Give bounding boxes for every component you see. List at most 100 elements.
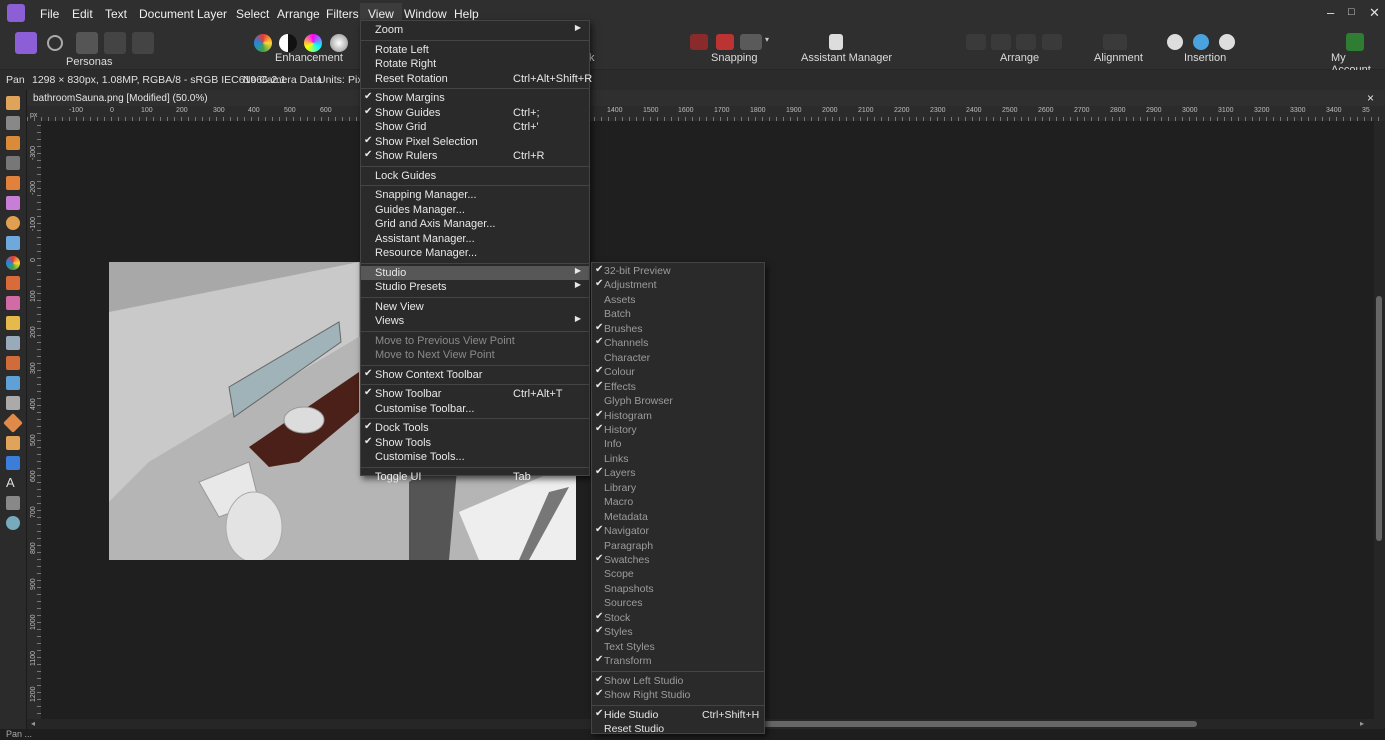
menu-help[interactable]: Help bbox=[454, 7, 479, 21]
menu-arrange[interactable]: Arrange bbox=[277, 7, 320, 21]
curves-icon[interactable] bbox=[279, 34, 297, 52]
rectangle-tool-icon[interactable] bbox=[6, 456, 20, 470]
menu-select[interactable]: Select bbox=[236, 7, 269, 21]
studio-item-32-bit-preview[interactable]: ✔ 32-bit Preview bbox=[592, 264, 764, 278]
snapping-toggle-icon[interactable] bbox=[716, 34, 734, 50]
studio-item-assets[interactable]: Assets bbox=[592, 293, 764, 307]
studio-item-metadata[interactable]: Metadata bbox=[592, 510, 764, 524]
view-menu-item-guides-manager[interactable]: Guides Manager... bbox=[361, 203, 589, 217]
studio-item-text-styles[interactable]: Text Styles bbox=[592, 640, 764, 654]
studio-item-navigator[interactable]: ✔ Navigator bbox=[592, 524, 764, 538]
studio-item-links[interactable]: Links bbox=[592, 452, 764, 466]
studio-item-transform[interactable]: ✔ Transform bbox=[592, 654, 764, 668]
view-menu-item-show-rulers[interactable]: ✔ Show Rulers Ctrl+R bbox=[361, 149, 589, 163]
view-menu-item-zoom[interactable]: Zoom ▶ bbox=[361, 23, 589, 37]
scroll-left-icon[interactable]: ◂ bbox=[31, 719, 35, 728]
horizontal-scroll-thumb[interactable] bbox=[757, 721, 1197, 727]
insert-behind-icon[interactable] bbox=[1193, 34, 1209, 50]
view-menu-item-customise-toolbar[interactable]: Customise Toolbar... bbox=[361, 402, 589, 416]
studio-item-macro[interactable]: Macro bbox=[592, 495, 764, 509]
studio-item-styles[interactable]: ✔ Styles bbox=[592, 625, 764, 639]
studio-item-show-right-studio[interactable]: ✔ Show Right Studio bbox=[592, 688, 764, 702]
studio-item-history[interactable]: ✔ History bbox=[592, 423, 764, 437]
arrange-forward-icon[interactable] bbox=[1016, 34, 1036, 50]
studio-item-swatches[interactable]: ✔ Swatches bbox=[592, 553, 764, 567]
scroll-right-icon[interactable]: ▸ bbox=[1360, 719, 1364, 728]
color-picker-tool-icon[interactable] bbox=[6, 136, 20, 150]
view-menu-item-lock-guides[interactable]: Lock Guides bbox=[361, 169, 589, 183]
view-menu-item-show-grid[interactable]: Show Grid Ctrl+' bbox=[361, 120, 589, 134]
studio-item-batch[interactable]: Batch bbox=[592, 307, 764, 321]
view-menu-item-show-pixel-selection[interactable]: ✔ Show Pixel Selection bbox=[361, 135, 589, 149]
menu-text[interactable]: Text bbox=[105, 7, 127, 21]
studio-item-colour[interactable]: ✔ Colour bbox=[592, 365, 764, 379]
develop-persona-icon[interactable] bbox=[76, 32, 98, 54]
arrange-backward-icon[interactable] bbox=[991, 34, 1011, 50]
view-menu-item-rotate-left[interactable]: Rotate Left bbox=[361, 43, 589, 57]
view-menu-item-show-toolbar[interactable]: ✔ Show Toolbar Ctrl+Alt+T bbox=[361, 387, 589, 401]
close-document-icon[interactable]: × bbox=[1367, 91, 1374, 105]
magnet-icon[interactable] bbox=[740, 34, 762, 50]
liquify-persona-icon[interactable] bbox=[47, 35, 63, 51]
arrange-back-icon[interactable] bbox=[966, 34, 986, 50]
move-tool-icon[interactable] bbox=[6, 116, 20, 130]
studio-item-glyph-browser[interactable]: Glyph Browser bbox=[592, 394, 764, 408]
studio-item-sources[interactable]: Sources bbox=[592, 596, 764, 610]
studio-item-reset-studio[interactable]: Reset Studio bbox=[592, 722, 764, 736]
snapping-dropdown-icon[interactable]: ▾ bbox=[765, 35, 769, 44]
red-eye-tool-icon[interactable] bbox=[6, 396, 20, 410]
view-menu-item-assistant-manager[interactable]: Assistant Manager... bbox=[361, 232, 589, 246]
photo-persona-icon[interactable] bbox=[15, 32, 37, 54]
minimize-button[interactable]: – bbox=[1327, 5, 1334, 20]
view-menu-item-show-tools[interactable]: ✔ Show Tools bbox=[361, 436, 589, 450]
view-menu-item-rotate-right[interactable]: Rotate Right bbox=[361, 57, 589, 71]
close-button[interactable]: ✕ bbox=[1369, 5, 1380, 21]
arrange-front-icon[interactable] bbox=[1042, 34, 1062, 50]
marquee-tool-icon[interactable] bbox=[6, 216, 20, 230]
levels-icon[interactable] bbox=[254, 34, 272, 52]
studio-item-scope[interactable]: Scope bbox=[592, 567, 764, 581]
vector-crop-icon[interactable] bbox=[3, 413, 23, 433]
view-menu-item-customise-tools[interactable]: Customise Tools... bbox=[361, 450, 589, 464]
view-menu-item-studio[interactable]: Studio ▶ bbox=[361, 265, 589, 280]
view-menu-item-snapping-manager[interactable]: Snapping Manager... bbox=[361, 188, 589, 202]
crop-tool-icon[interactable] bbox=[6, 156, 20, 170]
view-menu-item-studio-presets[interactable]: Studio Presets ▶ bbox=[361, 280, 589, 294]
white-balance-icon[interactable] bbox=[330, 34, 348, 52]
pen-tool-icon[interactable] bbox=[6, 436, 20, 450]
view-menu-item-toggle-ui[interactable]: Toggle UI Tab bbox=[361, 470, 589, 484]
mesh-warp-icon[interactable] bbox=[6, 496, 20, 510]
menu-edit[interactable]: Edit bbox=[72, 7, 93, 21]
view-menu-item-new-view[interactable]: New View bbox=[361, 300, 589, 314]
studio-item-character[interactable]: Character bbox=[592, 351, 764, 365]
paint-brush-icon[interactable] bbox=[6, 276, 20, 290]
blur-tool-icon[interactable] bbox=[6, 336, 20, 350]
gradient-tool-icon[interactable] bbox=[6, 256, 20, 270]
hand-tool-icon[interactable] bbox=[6, 96, 20, 110]
studio-item-snapshots[interactable]: Snapshots bbox=[592, 582, 764, 596]
studio-item-info[interactable]: Info bbox=[592, 437, 764, 451]
vertical-scroll-thumb[interactable] bbox=[1376, 296, 1382, 541]
view-menu-item-show-context-toolbar[interactable]: ✔ Show Context Toolbar bbox=[361, 368, 589, 382]
dodge-tool-icon[interactable] bbox=[6, 316, 20, 330]
menu-file[interactable]: File bbox=[40, 7, 59, 21]
view-menu-item-grid-and-axis-manager[interactable]: Grid and Axis Manager... bbox=[361, 217, 589, 231]
view-menu-item-views[interactable]: Views ▶ bbox=[361, 314, 589, 328]
account-icon[interactable] bbox=[1346, 33, 1364, 51]
menu-filters[interactable]: Filters bbox=[326, 7, 359, 21]
insert-inside-icon[interactable] bbox=[1167, 34, 1183, 50]
menu-layer[interactable]: Layer bbox=[197, 7, 227, 21]
view-menu-item-reset-rotation[interactable]: Reset Rotation Ctrl+Alt+Shift+R bbox=[361, 72, 592, 86]
studio-item-adjustment[interactable]: ✔ Adjustment bbox=[592, 278, 764, 292]
snapping-grid-icon[interactable] bbox=[690, 34, 708, 50]
insert-top-icon[interactable] bbox=[1219, 34, 1235, 50]
export-persona-icon[interactable] bbox=[132, 32, 154, 54]
view-menu-item-dock-tools[interactable]: ✔ Dock Tools bbox=[361, 421, 589, 435]
colour-balance-icon[interactable] bbox=[304, 34, 322, 52]
ruler-vertical[interactable] bbox=[27, 121, 41, 721]
color-replacement-icon[interactable] bbox=[6, 296, 20, 310]
studio-item-layers[interactable]: ✔ Layers bbox=[592, 466, 764, 480]
studio-item-stock[interactable]: ✔ Stock bbox=[592, 611, 764, 625]
studio-item-effects[interactable]: ✔ Effects bbox=[592, 380, 764, 394]
studio-item-paragraph[interactable]: Paragraph bbox=[592, 539, 764, 553]
